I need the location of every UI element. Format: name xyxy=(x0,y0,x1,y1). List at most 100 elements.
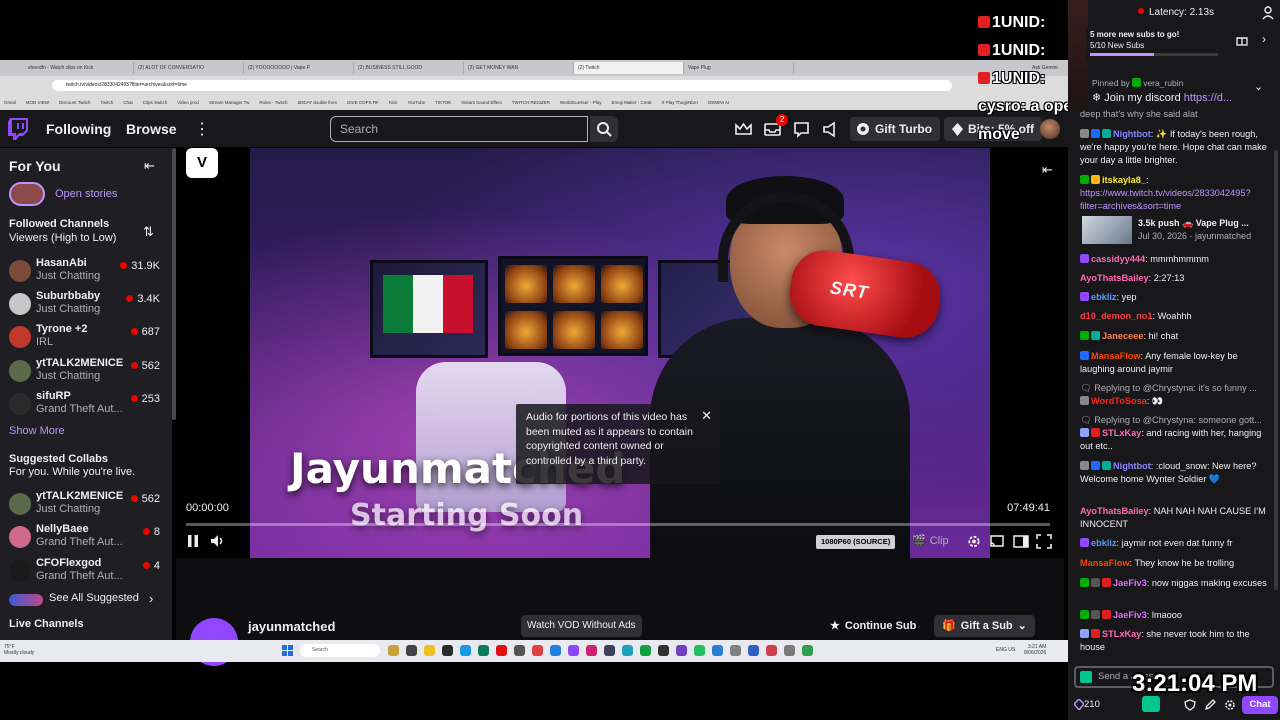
windows-start-icon[interactable] xyxy=(282,645,293,656)
app-icon[interactable] xyxy=(604,645,615,656)
whispers-icon[interactable] xyxy=(792,120,811,139)
followed-channel-item[interactable]: HasanAbi Just Chatting 31.9K xyxy=(0,257,172,291)
app-icon[interactable] xyxy=(550,645,561,656)
settings-gear-icon[interactable] xyxy=(966,534,982,549)
collapse-sidebar-icon[interactable]: ⇤ xyxy=(144,158,155,174)
bookmark[interactable]: YouTube xyxy=(407,100,425,105)
bookmark[interactable]: Video prod xyxy=(177,100,199,105)
bookmark[interactable]: DIVE COPS RF xyxy=(347,100,379,105)
chat-username[interactable]: MansaFlow xyxy=(1091,351,1141,361)
continue-sub-button[interactable]: ★ Continue Sub xyxy=(826,615,920,637)
channel-points-count[interactable]: 210 xyxy=(1084,699,1100,710)
chat-username[interactable]: ebkliz xyxy=(1091,538,1117,548)
suggested-channel-item[interactable]: CFOFlexgod Grand Theft Aut... 4 xyxy=(0,557,172,591)
address-bar[interactable]: twitch.tv/videos/2833042495?filter=archi… xyxy=(52,80,952,91)
chat-username[interactable]: JaeFiv3 xyxy=(1113,610,1147,620)
close-icon[interactable]: ✕ xyxy=(701,408,712,424)
app-icon[interactable] xyxy=(658,645,669,656)
volume-icon[interactable] xyxy=(210,534,226,548)
pinned-message[interactable]: ❄ Join my discord https://d... xyxy=(1092,91,1262,104)
app-icon[interactable] xyxy=(514,645,525,656)
followed-channel-item[interactable]: Suburbbaby Just Chatting 3.4K xyxy=(0,290,172,324)
points-reward-icon[interactable] xyxy=(1142,696,1160,712)
see-all-suggested-button[interactable]: See All Suggested › xyxy=(9,591,169,608)
search-input[interactable]: Search xyxy=(330,116,588,142)
app-icon[interactable] xyxy=(478,645,489,656)
browser-tab[interactable]: (2) YOOOOOOOO | Vape P xyxy=(244,62,354,74)
chat-username[interactable]: WordToSosa xyxy=(1091,396,1147,406)
gift-a-sub-button[interactable]: 🎁 Gift a Sub ⌄ xyxy=(934,615,1035,637)
bookmark[interactable]: Twitch xyxy=(100,100,113,105)
nav-following-link[interactable]: Following xyxy=(46,121,111,137)
chat-username[interactable]: d10_demon_no1 xyxy=(1080,311,1153,321)
chat-username[interactable]: Nightbot xyxy=(1113,461,1151,471)
show-more-link[interactable]: Show More xyxy=(9,425,65,437)
pinned-link[interactable]: https://d... xyxy=(1184,92,1232,104)
language-indicator[interactable]: ENG US xyxy=(996,647,1015,653)
followed-channel-item[interactable]: sifuRP Grand Theft Aut... 253 xyxy=(0,390,172,424)
fullscreen-icon[interactable] xyxy=(1036,534,1052,549)
bookmark[interactable]: Chat xyxy=(123,100,133,105)
app-icon[interactable] xyxy=(784,645,795,656)
channel-points-icon[interactable] xyxy=(1074,699,1084,710)
app-icon[interactable] xyxy=(802,645,813,656)
chat-username[interactable]: ebkliz xyxy=(1091,292,1117,302)
bookmark[interactable]: Gmail xyxy=(4,100,16,105)
app-icon[interactable] xyxy=(748,645,759,656)
netflix-icon[interactable] xyxy=(496,645,507,656)
browser-tab[interactable]: Vape Plug xyxy=(684,62,794,74)
bookmark[interactable]: GEMINI AI xyxy=(708,100,729,105)
app-icon[interactable] xyxy=(586,645,597,656)
seek-bar[interactable] xyxy=(186,523,1050,526)
reply-context[interactable]: 🗨 Replying to @Chrystyna: it's so funny … xyxy=(1080,382,1274,395)
channel-logo-badge[interactable]: V xyxy=(186,148,218,178)
bookmark[interactable]: TWITCH RESIZER xyxy=(512,100,550,105)
suggested-channel-item[interactable]: NellyBaee Grand Theft Aut... 8 xyxy=(0,523,172,557)
taskbar-clock[interactable]: 3:21 AM 8/06/2026 xyxy=(1024,644,1046,656)
app-icon[interactable] xyxy=(730,645,741,656)
app-icon[interactable] xyxy=(568,645,579,656)
announcement-icon[interactable] xyxy=(821,120,840,139)
bookmark[interactable]: Instant Sound Effect xyxy=(461,100,501,105)
pen-icon[interactable] xyxy=(1204,698,1216,711)
cast-icon[interactable] xyxy=(989,534,1005,549)
open-stories-link[interactable]: Open stories xyxy=(55,188,117,200)
app-icon[interactable] xyxy=(676,645,687,656)
gift-turbo-button[interactable]: Gift Turbo xyxy=(850,117,941,141)
more-options-icon[interactable]: ⋮ xyxy=(194,119,210,139)
app-icon[interactable] xyxy=(442,645,453,656)
expand-chat-icon[interactable]: ⇤ xyxy=(1042,162,1053,178)
bookmark[interactable]: Kick xyxy=(389,100,398,105)
watch-vod-without-ads-button[interactable]: Watch VOD Without Ads xyxy=(521,615,642,637)
bookmark[interactable]: WorldGuesser - Play xyxy=(560,100,601,105)
chat-username[interactable]: Janeceee xyxy=(1102,331,1143,341)
followed-channel-item[interactable]: ytTALK2MENICE Just Chatting 562 xyxy=(0,357,172,391)
suggested-channel-item[interactable]: ytTALK2MENICE Just Chatting 562 xyxy=(0,490,172,524)
browser-tab[interactable]: (2) ALOT OF CONVERSATIO xyxy=(134,62,244,74)
vod-preview-card[interactable]: 3.5k push 🚗 Vape Plug ... Jul 30, 2026 ·… xyxy=(1082,216,1276,246)
chat-username[interactable]: cassidyy444 xyxy=(1091,254,1145,264)
community-icon[interactable] xyxy=(1262,6,1276,20)
browser-tab[interactable]: (2) GET MONEY WAN xyxy=(464,62,574,74)
settings-gear-icon[interactable] xyxy=(1224,698,1236,710)
crown-icon[interactable] xyxy=(734,120,753,139)
bookmark[interactable]: TIKTOK xyxy=(435,100,451,105)
edge-icon[interactable] xyxy=(460,645,471,656)
chat-username[interactable]: itskayla8_ xyxy=(1102,175,1146,185)
app-icon[interactable] xyxy=(640,645,651,656)
chat-username[interactable]: JaeFiv3 xyxy=(1113,578,1147,588)
clip-button[interactable]: 🎬 Clip xyxy=(912,534,949,547)
search-button[interactable] xyxy=(590,116,618,142)
chat-link[interactable]: https://www.twitch.tv/videos/2833042495?… xyxy=(1080,187,1274,213)
folder-icon[interactable] xyxy=(424,645,435,656)
bookmark[interactable]: Discount Twitch xyxy=(59,100,90,105)
sub-goal-card[interactable]: 5 more new subs to go! 5/10 New Subs › xyxy=(1086,28,1274,60)
chevron-right-icon[interactable]: › xyxy=(1262,32,1266,46)
chat-username[interactable]: STLxKay xyxy=(1102,629,1141,639)
browser-tab[interactable]: (2) BUSINESS STILL GOOD xyxy=(354,62,464,74)
reply-context[interactable]: 🗨 Replying to @Chrystyna: someone gott..… xyxy=(1080,414,1274,427)
chat-username[interactable]: MansaFlow xyxy=(1080,558,1130,568)
bookmark[interactable]: Stream Manager Tw xyxy=(209,100,249,105)
theatre-mode-icon[interactable] xyxy=(1013,534,1029,549)
taskbar-search[interactable]: Search xyxy=(300,644,380,657)
